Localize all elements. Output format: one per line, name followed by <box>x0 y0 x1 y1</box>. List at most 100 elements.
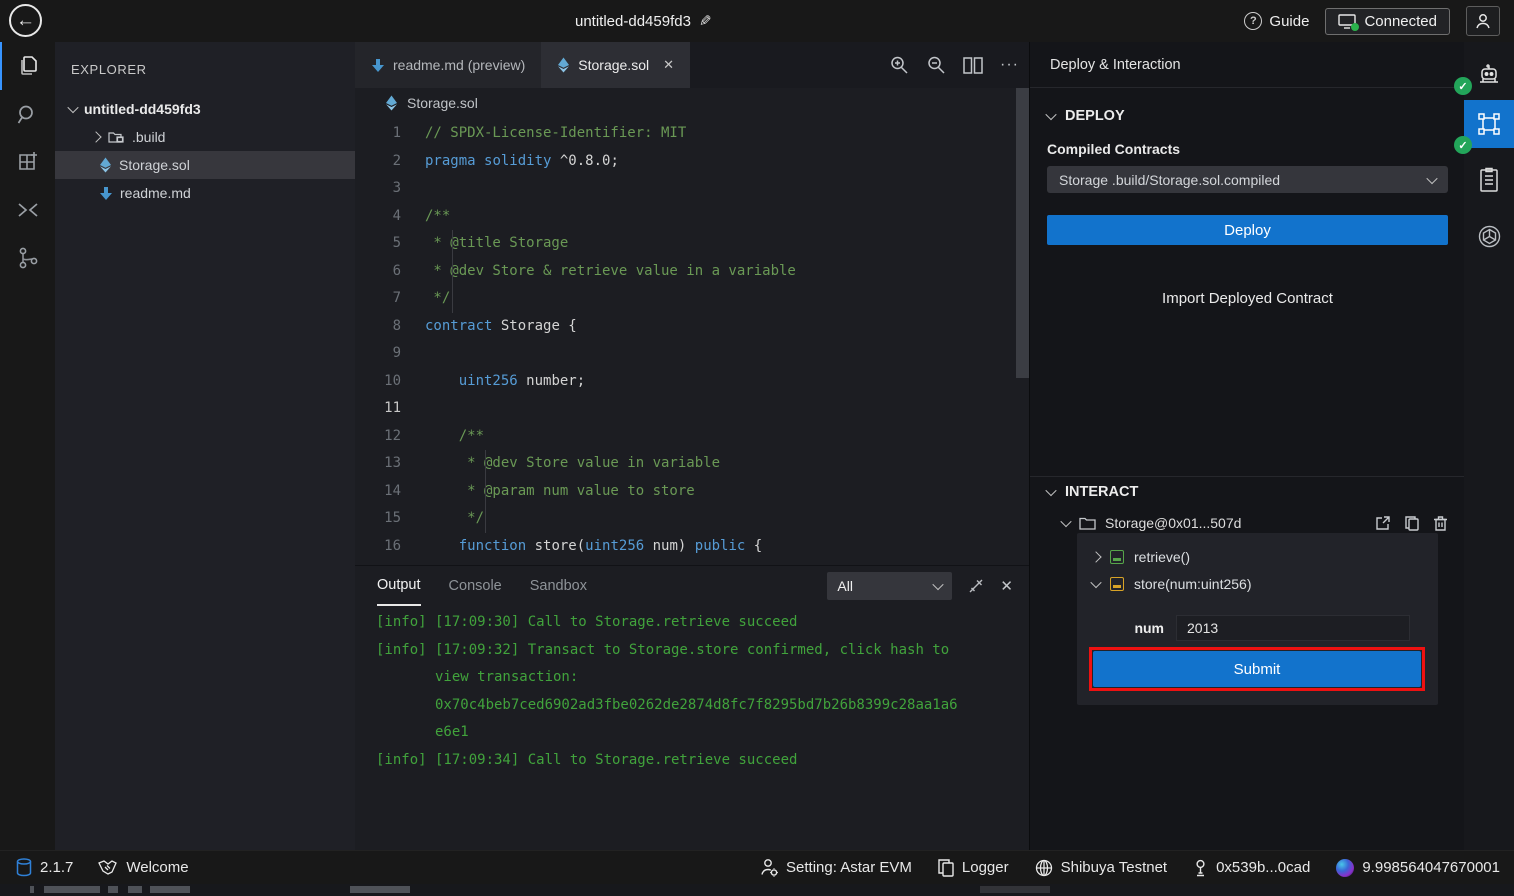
online-dot <box>1351 23 1359 31</box>
folder-icon <box>1079 516 1096 530</box>
robot-icon <box>1476 63 1502 89</box>
tab-sandbox[interactable]: Sandbox <box>530 566 587 606</box>
tree-item-readme[interactable]: readme.md <box>55 179 355 207</box>
setting-item[interactable]: Setting: Astar EVM <box>760 858 912 877</box>
deploy-section-header[interactable]: DEPLOY <box>1047 108 1448 124</box>
function-retrieve-row[interactable]: retrieve() <box>1077 533 1438 570</box>
filter-value: All <box>837 578 853 594</box>
handshake-icon <box>97 859 118 876</box>
zoom-in-icon[interactable] <box>889 55 909 75</box>
chevron-down-icon <box>1426 172 1437 183</box>
num-input[interactable] <box>1176 615 1410 641</box>
root-folder-label: untitled-dd459fd3 <box>84 101 201 117</box>
interact-section-header[interactable]: INTERACT <box>1047 484 1138 500</box>
monitor-icon <box>1338 14 1356 29</box>
code-line: 15 */ <box>355 505 1015 533</box>
code-line: 7 */ <box>355 285 1015 313</box>
deploy-button[interactable]: Deploy <box>1047 215 1448 245</box>
connected-label: Connected <box>1364 13 1437 30</box>
more-actions-icon[interactable]: ··· <box>1000 56 1019 74</box>
function-store-row[interactable]: store(num:uint256) <box>1077 570 1438 597</box>
log-filter-select[interactable]: All <box>827 572 952 600</box>
check-icon: ✓ <box>1458 139 1467 152</box>
trash-icon[interactable] <box>1433 515 1448 532</box>
wallet-address-label: 0x539b...0cad <box>1216 859 1310 876</box>
tab-storage[interactable]: Storage.sol ✕ <box>541 42 690 88</box>
account-button[interactable] <box>1466 6 1500 36</box>
line-number: 12 <box>355 423 425 451</box>
indent-guide <box>452 230 453 313</box>
line-number: 9 <box>355 340 425 368</box>
line-number: 15 <box>355 505 425 533</box>
compiled-contracts-label: Compiled Contracts <box>1047 141 1448 157</box>
left-activity-bar <box>0 42 55 850</box>
close-tab-icon[interactable]: ✕ <box>663 57 674 73</box>
guide-label: Guide <box>1269 13 1309 30</box>
search-activity-button[interactable] <box>0 90 55 138</box>
deploy-section-label: DEPLOY <box>1065 108 1125 124</box>
tab-storage-label: Storage.sol <box>578 57 649 73</box>
line-number: 16 <box>355 533 425 561</box>
plugin-manager-button[interactable] <box>0 138 55 186</box>
tree-item-storage[interactable]: Storage.sol <box>55 151 355 179</box>
grid-plus-icon <box>16 150 40 174</box>
compiler-tab-button[interactable] <box>1464 52 1514 100</box>
zoom-out-icon[interactable] <box>926 55 946 75</box>
connected-button[interactable]: Connected <box>1325 8 1450 35</box>
deploy-interaction-panel: Deploy & Interaction DEPLOY Compiled Con… <box>1029 42 1464 850</box>
line-number: 7 <box>355 285 425 313</box>
code-line: 4/** <box>355 203 1015 231</box>
contract-functions-panel: retrieve() store(num:uint256) num Submit <box>1077 533 1438 705</box>
copy-icon[interactable] <box>1404 515 1420 532</box>
code-line: 8contract Storage { <box>355 313 1015 341</box>
tab-readme[interactable]: readme.md (preview) <box>355 42 541 88</box>
collapse-icon <box>16 201 40 219</box>
annotation-highlight: Submit <box>1089 647 1425 691</box>
source-control-button[interactable] <box>0 234 55 282</box>
tree-item-root[interactable]: untitled-dd459fd3 <box>55 95 355 123</box>
interact-section-label: INTERACT <box>1065 484 1138 500</box>
chevron-right-icon <box>90 131 101 142</box>
network-item[interactable]: Shibuya Testnet <box>1035 859 1167 877</box>
indent-guide <box>485 450 486 533</box>
guide-button[interactable]: ? Guide <box>1244 12 1309 30</box>
ai-assistant-tab-button[interactable] <box>1464 212 1514 260</box>
balance-item[interactable]: 9.998564047670001 <box>1336 859 1500 877</box>
storage-file-label: Storage.sol <box>119 157 190 173</box>
tree-item-build[interactable]: .build <box>55 123 355 151</box>
tab-output[interactable]: Output <box>377 566 421 606</box>
close-panel-icon[interactable]: ✕ <box>1000 577 1013 595</box>
import-deployed-contract-link[interactable]: Import Deployed Contract <box>1047 290 1448 307</box>
editor-scrollbar[interactable] <box>1016 88 1029 378</box>
collapse-panels-button[interactable] <box>0 186 55 234</box>
explorer-activity-button[interactable] <box>0 42 55 90</box>
code-line: 14 * @param num value to store <box>355 478 1015 506</box>
clear-output-icon[interactable] <box>967 577 985 595</box>
checklist-tab-button[interactable] <box>1464 156 1514 204</box>
welcome-item[interactable]: Welcome <box>97 859 188 876</box>
network-label: Shibuya Testnet <box>1061 859 1167 876</box>
open-external-icon[interactable] <box>1375 515 1391 531</box>
code-line: 10 uint256 number; <box>355 368 1015 396</box>
compiled-contracts-select[interactable]: Storage .build/Storage.sol.compiled <box>1047 166 1448 193</box>
store-label: store(num:uint256) <box>1134 576 1252 592</box>
deploy-tab-button[interactable] <box>1464 100 1514 148</box>
code-line: 3 <box>355 175 1015 203</box>
logger-item[interactable]: Logger <box>938 859 1009 877</box>
wallet-address-item[interactable]: 0x539b...0cad <box>1193 859 1310 877</box>
code-line: 2pragma solidity ^0.8.0; <box>355 148 1015 176</box>
rename-pencil-icon[interactable]: ✎ <box>699 12 712 30</box>
log-output: [info] [17:09:30] Call to Storage.retrie… <box>355 606 1029 774</box>
back-button[interactable]: ← <box>9 4 42 37</box>
line-number: 6 <box>355 258 425 286</box>
openai-icon <box>1477 224 1502 249</box>
log-line: [info] [17:09:30] Call to Storage.retrie… <box>376 609 1029 637</box>
submit-button[interactable]: Submit <box>1093 651 1421 687</box>
tab-console[interactable]: Console <box>449 566 502 606</box>
log-line: [info] [17:09:32] Transact to Storage.st… <box>376 637 1029 665</box>
globe-icon <box>1035 859 1053 877</box>
version-item: 2.1.7 <box>16 858 73 877</box>
contract-address-label: Storage@0x01...507d <box>1105 515 1241 531</box>
wallet-pin-icon <box>1193 859 1208 877</box>
split-editor-icon[interactable] <box>963 57 983 74</box>
